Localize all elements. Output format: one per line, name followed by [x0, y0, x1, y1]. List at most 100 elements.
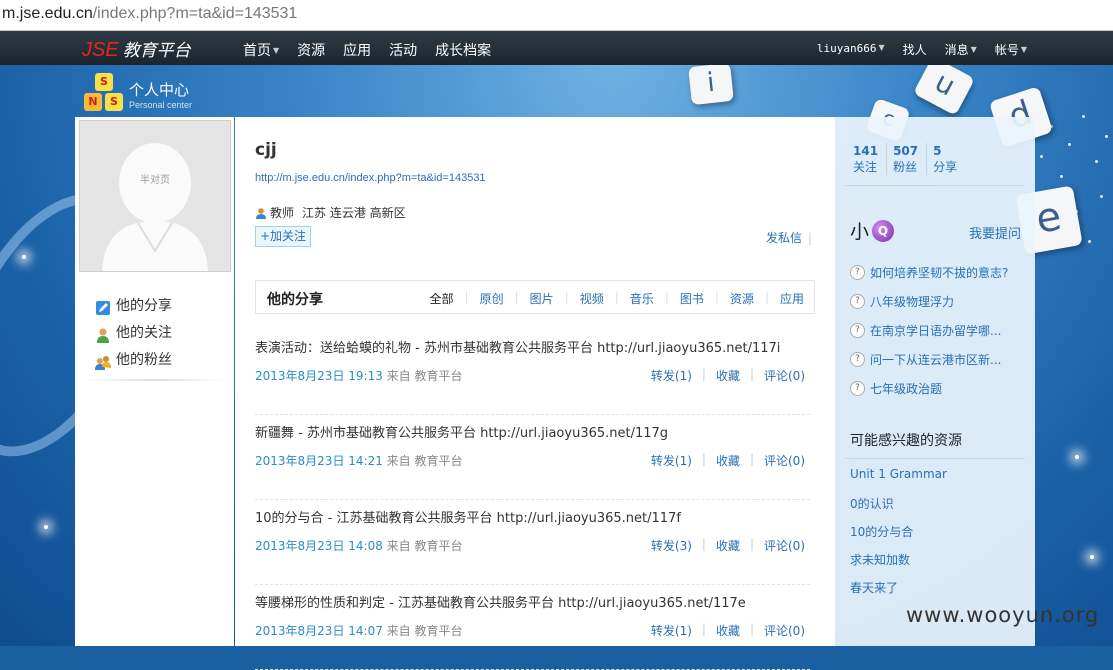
star-dot	[1082, 115, 1085, 118]
avatar-label: 半对页	[140, 173, 170, 186]
tab-video[interactable]: 视频	[580, 290, 604, 307]
qa-title: 小	[850, 221, 870, 243]
users-icon	[95, 353, 111, 370]
question-item[interactable]: ? 八年级物理浮力	[850, 287, 1008, 316]
post-date[interactable]: 2013年8月23日 14:07	[255, 624, 383, 638]
question-text: 如何培养坚韧不拔的意志?	[870, 266, 1009, 280]
tab-separator: |	[714, 290, 719, 304]
nav-item-apps[interactable]: 应用	[343, 40, 371, 60]
resource-item[interactable]: 10的分与合	[850, 523, 947, 551]
collect-button[interactable]: 收藏	[716, 537, 740, 554]
post-source-prefix: 来自	[386, 454, 411, 468]
default-avatar-icon: 半对页	[80, 121, 230, 271]
profile-info: 教师 江苏 连云港 高新区	[255, 204, 406, 221]
collect-button[interactable]: 收藏	[716, 622, 740, 639]
question-item[interactable]: ? 在南京学日语办留学哪...	[850, 316, 1008, 345]
q-badge-icon: Q	[872, 219, 895, 242]
star-dot	[1068, 143, 1071, 146]
sns-letter: N	[84, 93, 102, 111]
question-mark-icon: ?	[850, 294, 865, 309]
nav-item-growth-archive[interactable]: 成长档案	[435, 40, 491, 60]
comment-button[interactable]: 评论(0)	[764, 452, 805, 469]
star-dot	[1095, 160, 1098, 163]
question-item[interactable]: ? 问一下从连云港市区新...	[850, 345, 1008, 374]
post-meta: 2013年8月23日 19:13 来自 教育平台	[255, 367, 463, 384]
forward-button[interactable]: 转发(3)	[651, 537, 692, 554]
post-meta: 2013年8月23日 14:07 来自 教育平台	[255, 622, 463, 639]
tab-resources[interactable]: 资源	[730, 290, 754, 307]
tab-separator: |	[614, 290, 619, 304]
post-date[interactable]: 2013年8月23日 19:13	[255, 369, 383, 383]
divider	[845, 185, 1025, 186]
caret-down-icon: ▼	[970, 45, 977, 54]
tab-music[interactable]: 音乐	[630, 290, 654, 307]
question-mark-icon: ?	[850, 265, 865, 280]
collect-button[interactable]: 收藏	[716, 367, 740, 384]
post-title[interactable]: 新疆舞 - 苏州市基础教育公共服务平台 http://url.jiaoyu365…	[255, 422, 668, 441]
stat-fans[interactable]: 507 粉丝	[886, 143, 926, 175]
browser-url-bar[interactable]: m.jse.edu.cn/index.php?m=ta&id=143531	[0, 0, 1113, 31]
stat-shares[interactable]: 5 分享	[926, 143, 965, 175]
question-text: 八年级物理浮力	[870, 295, 955, 309]
right-sidebar: 141 关注 507 粉丝 5 分享 小 Q 我要提问 ? 如何培养坚韧不拔的意志? ?…	[835, 117, 1035, 646]
ask-question-link[interactable]: 我要提问	[969, 223, 1021, 242]
divider	[845, 458, 1025, 459]
profile-role: 教师	[270, 206, 295, 220]
profile-url-link[interactable]: http://m.jse.edu.cn/index.php?m=ta&id=14…	[255, 172, 486, 184]
forward-button[interactable]: 转发(1)	[651, 452, 692, 469]
avatar[interactable]: 半对页	[79, 120, 231, 272]
left-nav-my-shares[interactable]: 他的分享	[95, 293, 172, 320]
tab-original[interactable]: 原创	[480, 290, 504, 307]
sns-logo-icon: S N S	[84, 73, 124, 113]
question-text: 七年级政治题	[870, 382, 943, 396]
collect-button[interactable]: 收藏	[716, 452, 740, 469]
send-message-link[interactable]: 发私信 |	[766, 229, 812, 246]
action-separator: |	[701, 537, 706, 551]
question-item[interactable]: ? 七年级政治题	[850, 374, 1008, 403]
caret-down-icon: ▼	[878, 43, 885, 52]
left-nav-following[interactable]: 他的关注	[95, 320, 172, 347]
post-date[interactable]: 2013年8月23日 14:21	[255, 454, 383, 468]
stat-label: 关注	[853, 160, 878, 174]
post-title[interactable]: 表演活动：送给蛤蟆的礼物 - 苏州市基础教育公共服务平台 http://url.…	[255, 337, 780, 356]
find-people-link[interactable]: 找人	[903, 41, 927, 58]
tab-images[interactable]: 图片	[530, 290, 554, 307]
sparkle-decor	[44, 525, 48, 529]
messages-label: 消息	[944, 43, 969, 57]
url-text[interactable]: m.jse.edu.cn/index.php?m=ta&id=143531	[2, 5, 297, 23]
messages-menu[interactable]: 消息 ▼	[945, 41, 977, 58]
teacher-icon	[255, 207, 267, 219]
user-menu[interactable]: liuyan666 ▼	[817, 41, 885, 58]
comment-button[interactable]: 评论(0)	[764, 537, 805, 554]
question-item[interactable]: ? 如何培养坚韧不拔的意志?	[850, 258, 1008, 287]
letter-cube: u	[912, 65, 976, 116]
comment-button[interactable]: 评论(0)	[764, 367, 805, 384]
resource-item[interactable]: 求未知加数	[850, 551, 947, 579]
resources-title: 可能感兴趣的资源	[850, 433, 962, 449]
resource-item[interactable]: 0的认识	[850, 495, 947, 523]
post-date[interactable]: 2013年8月23日 14:08	[255, 539, 383, 553]
tab-books[interactable]: 图书	[680, 290, 704, 307]
action-separator: |	[749, 367, 754, 381]
tab-all[interactable]: 全部	[430, 290, 454, 307]
stat-number: 5	[933, 144, 942, 158]
question-mark-icon: ?	[850, 381, 865, 396]
account-menu[interactable]: 帐号 ▼	[995, 41, 1027, 58]
post-title[interactable]: 等腰梯形的性质和判定 - 江苏基础教育公共服务平台 http://url.jia…	[255, 592, 746, 611]
left-nav-fans[interactable]: 他的粉丝	[95, 347, 172, 374]
nav-item-activities[interactable]: 活动	[389, 40, 417, 60]
forward-button[interactable]: 转发(1)	[651, 622, 692, 639]
user-nav: liuyan666 ▼ 找人 消息 ▼ 帐号 ▼	[799, 41, 1027, 58]
tab-apps[interactable]: 应用	[780, 290, 804, 307]
resource-item[interactable]: Unit 1 Grammar	[850, 467, 947, 495]
post-title[interactable]: 10的分与合 - 江苏基础教育公共服务平台 http://url.jiaoyu3…	[255, 507, 681, 526]
nav-item-home[interactable]: 首页 ▼	[243, 40, 279, 60]
left-nav-label: 他的粉丝	[116, 352, 172, 368]
comment-button[interactable]: 评论(0)	[764, 622, 805, 639]
stat-following[interactable]: 141 关注	[847, 143, 886, 175]
forward-button[interactable]: 转发(1)	[651, 367, 692, 384]
site-logo[interactable]: JSE 教育平台	[82, 36, 191, 62]
post-source-prefix: 来自	[386, 539, 411, 553]
follow-button[interactable]: +加关注	[255, 226, 312, 247]
nav-item-resources[interactable]: 资源	[297, 40, 325, 60]
